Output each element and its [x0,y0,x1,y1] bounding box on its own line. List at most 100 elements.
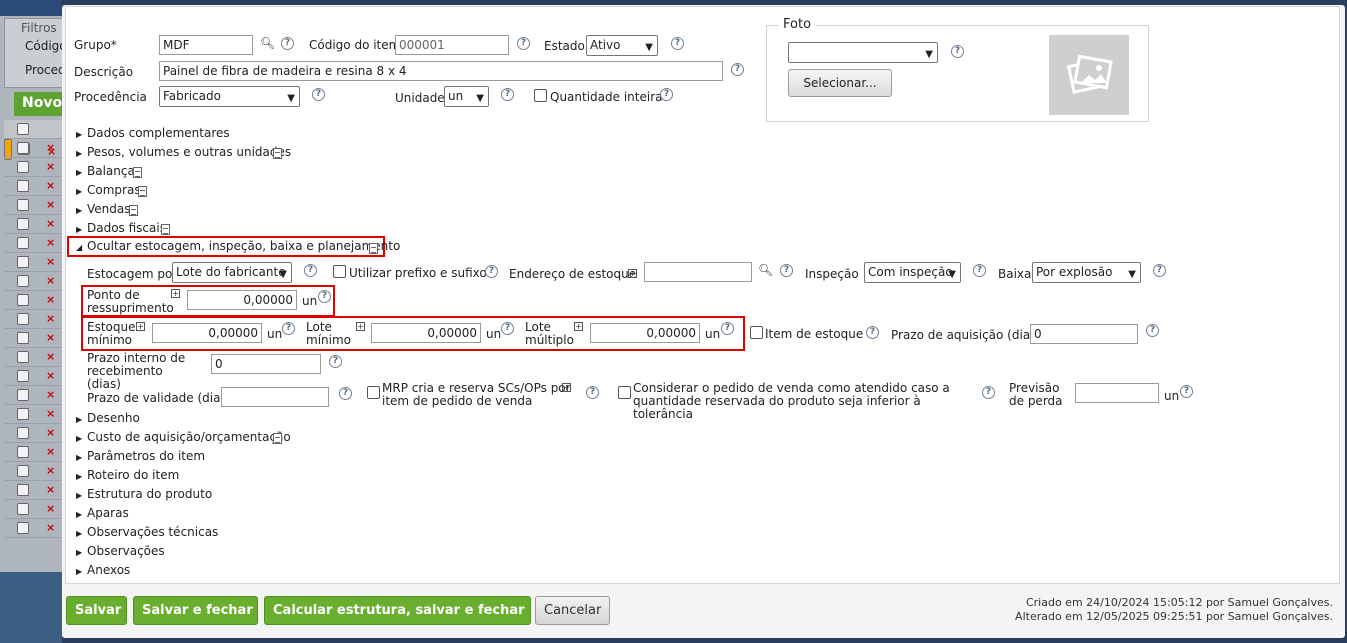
table-row[interactable]: × [4,519,62,538]
help-icon[interactable]: ? [318,290,331,303]
help-icon[interactable]: ? [1180,385,1193,398]
section-custo-aquisicao[interactable]: ▶ Custo de aquisição/orçamentação [76,430,291,444]
salvar-button[interactable]: Salvar [66,596,127,625]
help-icon[interactable]: ? [329,355,342,368]
help-icon[interactable]: ? [485,265,498,278]
section-dados-fiscais[interactable]: ▶ Dados fiscais [76,221,166,235]
expand-icon[interactable]: + [136,322,145,331]
prazo-aquisicao-input[interactable]: 0 [1030,324,1138,344]
section-anexos[interactable]: ▶ Anexos [76,563,130,577]
section-desenho[interactable]: ▶ Desenho [76,411,140,425]
selecionar-button[interactable]: Selecionar... [788,69,892,97]
mrp-checkbox[interactable] [367,386,380,399]
prefixo-sufixo-checkbox[interactable] [333,265,346,278]
estado-select[interactable]: Ativo ▼ [586,35,658,56]
table-row[interactable]: × [4,348,62,367]
table-row[interactable]: × [4,405,62,424]
procedencia-select[interactable]: Fabricado ▼ [159,86,300,107]
foto-select[interactable]: ▼ [788,42,938,63]
codigo-input[interactable]: 000001 [395,35,509,55]
section-balanca[interactable]: ▶ Balança [76,164,135,178]
ponto-ressuprimento-input[interactable]: 0,00000 [187,290,297,310]
table-row[interactable]: × [4,329,62,348]
section-pesos-volumes[interactable]: ▶ Pesos, volumes e outras unidades [76,145,291,159]
expand-icon[interactable]: + [562,383,571,392]
help-icon[interactable]: ? [951,45,964,58]
section-roteiro-item[interactable]: ▶ Roteiro do item [76,468,179,482]
lote-minimo-input[interactable]: 0,00000 [371,323,481,343]
inspecao-select[interactable]: Com inspeção ▼ [864,262,961,283]
section-compras[interactable]: ▶ Compras [76,183,141,197]
section-ocultar-estocagem[interactable]: ◢ Ocultar estocagem, inspeção, baixa e pl… [76,239,400,253]
prazo-validade-input[interactable] [221,387,329,407]
section-aparas[interactable]: ▶ Aparas [76,506,129,520]
quantidade-inteira-checkbox[interactable] [534,89,547,102]
search-icon[interactable]: 🔍︎ [260,36,275,50]
item-estoque-checkbox[interactable] [750,326,763,339]
table-row[interactable]: × [4,310,62,329]
table-row[interactable]: × [4,234,62,253]
help-icon[interactable]: ? [517,37,530,50]
estoque-minimo-input[interactable]: 0,00000 [152,323,262,343]
table-row[interactable]: × [4,158,62,177]
section-observacoes-tecnicas[interactable]: ▶ Observações técnicas [76,525,218,539]
estocagem-por-select[interactable]: Lote do fabricante ▼ [172,262,292,283]
help-icon[interactable]: ? [304,264,317,277]
calcular-salvar-fechar-button[interactable]: Calcular estrutura, salvar e fechar [264,596,531,625]
help-icon[interactable]: ? [1146,324,1159,337]
section-estrutura-produto[interactable]: ▶ Estrutura do produto [76,487,212,501]
table-row[interactable]: × [4,196,62,215]
section-observacoes[interactable]: ▶ Observações [76,544,165,558]
table-row[interactable]: × [4,386,62,405]
table-row[interactable]: × [4,291,62,310]
help-icon[interactable]: ? [339,387,352,400]
table-row[interactable]: × [4,272,62,291]
help-icon[interactable]: ? [281,37,294,50]
table-row[interactable]: × [4,139,62,158]
help-icon[interactable]: ? [1153,264,1166,277]
table-row[interactable]: × [4,367,62,386]
expand-icon[interactable]: + [574,322,583,331]
salvar-fechar-button[interactable]: Salvar e fechar [133,596,258,625]
table-row[interactable]: × [4,462,62,481]
expand-icon[interactable]: + [171,289,180,298]
help-icon[interactable]: ? [282,322,295,335]
section-parametros-item[interactable]: ▶ Parâmetros do item [76,449,205,463]
select-all-checkbox[interactable] [17,123,29,135]
unidade-select[interactable]: un ▼ [444,86,489,107]
expand-icon[interactable]: + [356,322,365,331]
table-row[interactable]: × [4,443,62,462]
table-row[interactable]: × [4,424,62,443]
previsao-perda-input[interactable] [1075,383,1159,403]
descricao-input[interactable]: Painel de fibra de madeira e resina 8 x … [159,61,723,81]
expand-icon[interactable]: + [628,269,637,278]
cancelar-button[interactable]: Cancelar [535,596,610,625]
help-icon[interactable]: ? [982,386,995,399]
help-icon[interactable]: ? [731,63,744,76]
help-icon[interactable]: ? [721,322,734,335]
table-row[interactable]: × [4,177,62,196]
lote-multiplo-input[interactable]: 0,00000 [590,323,700,343]
help-icon[interactable]: ? [501,322,514,335]
novo-button[interactable]: Novo [14,92,62,116]
help-icon[interactable]: ? [780,264,793,277]
table-row[interactable]: × [4,500,62,519]
considerar-checkbox[interactable] [618,386,631,399]
prazo-interno-input[interactable]: 0 [211,354,321,374]
help-icon[interactable]: ? [586,386,599,399]
help-icon[interactable]: ? [660,88,673,101]
grupo-input[interactable]: MDF [159,35,253,55]
help-icon[interactable]: ? [312,88,325,101]
help-icon[interactable]: ? [866,326,879,339]
section-dados-complementares[interactable]: ▶ Dados complementares [76,126,230,140]
table-row[interactable]: × [4,253,62,272]
table-row[interactable]: × [4,215,62,234]
help-icon[interactable]: ? [671,37,684,50]
table-row[interactable]: × [4,481,62,500]
endereco-estoque-input[interactable] [644,262,752,282]
help-icon[interactable]: ? [973,264,986,277]
help-icon[interactable]: ? [501,88,514,101]
section-vendas[interactable]: ▶ Vendas [76,202,131,216]
search-icon[interactable]: 🔍︎ [758,263,773,277]
baixa-select[interactable]: Por explosão ▼ [1032,262,1141,283]
